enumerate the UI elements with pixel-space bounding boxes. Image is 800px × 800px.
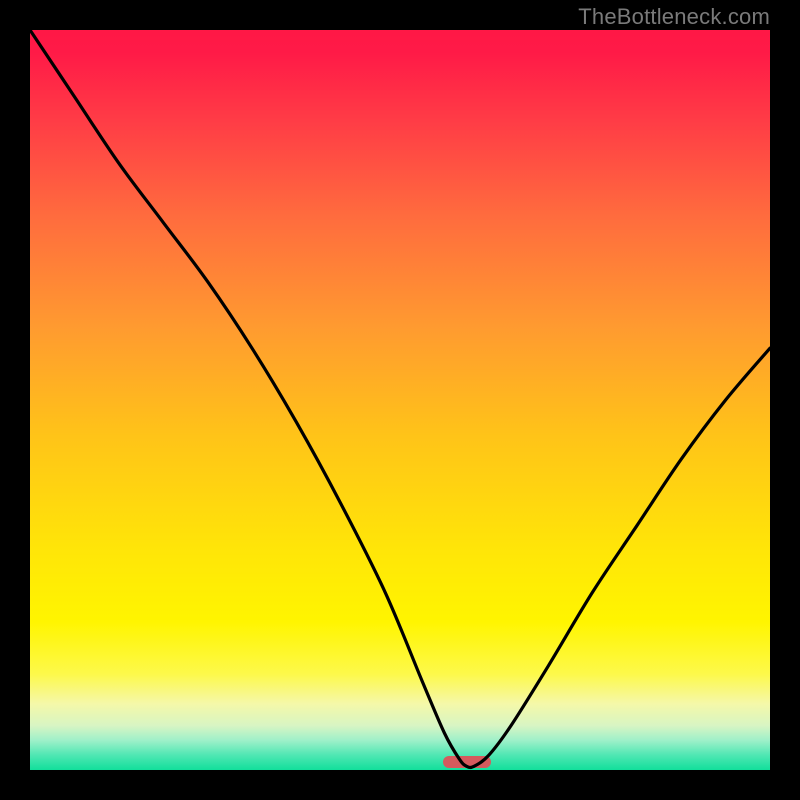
watermark-text: TheBottleneck.com bbox=[578, 4, 770, 30]
bottleneck-chart: TheBottleneck.com bbox=[0, 0, 800, 800]
bottleneck-curve bbox=[30, 30, 770, 767]
plot-area bbox=[30, 30, 770, 770]
curve-svg bbox=[30, 30, 770, 770]
